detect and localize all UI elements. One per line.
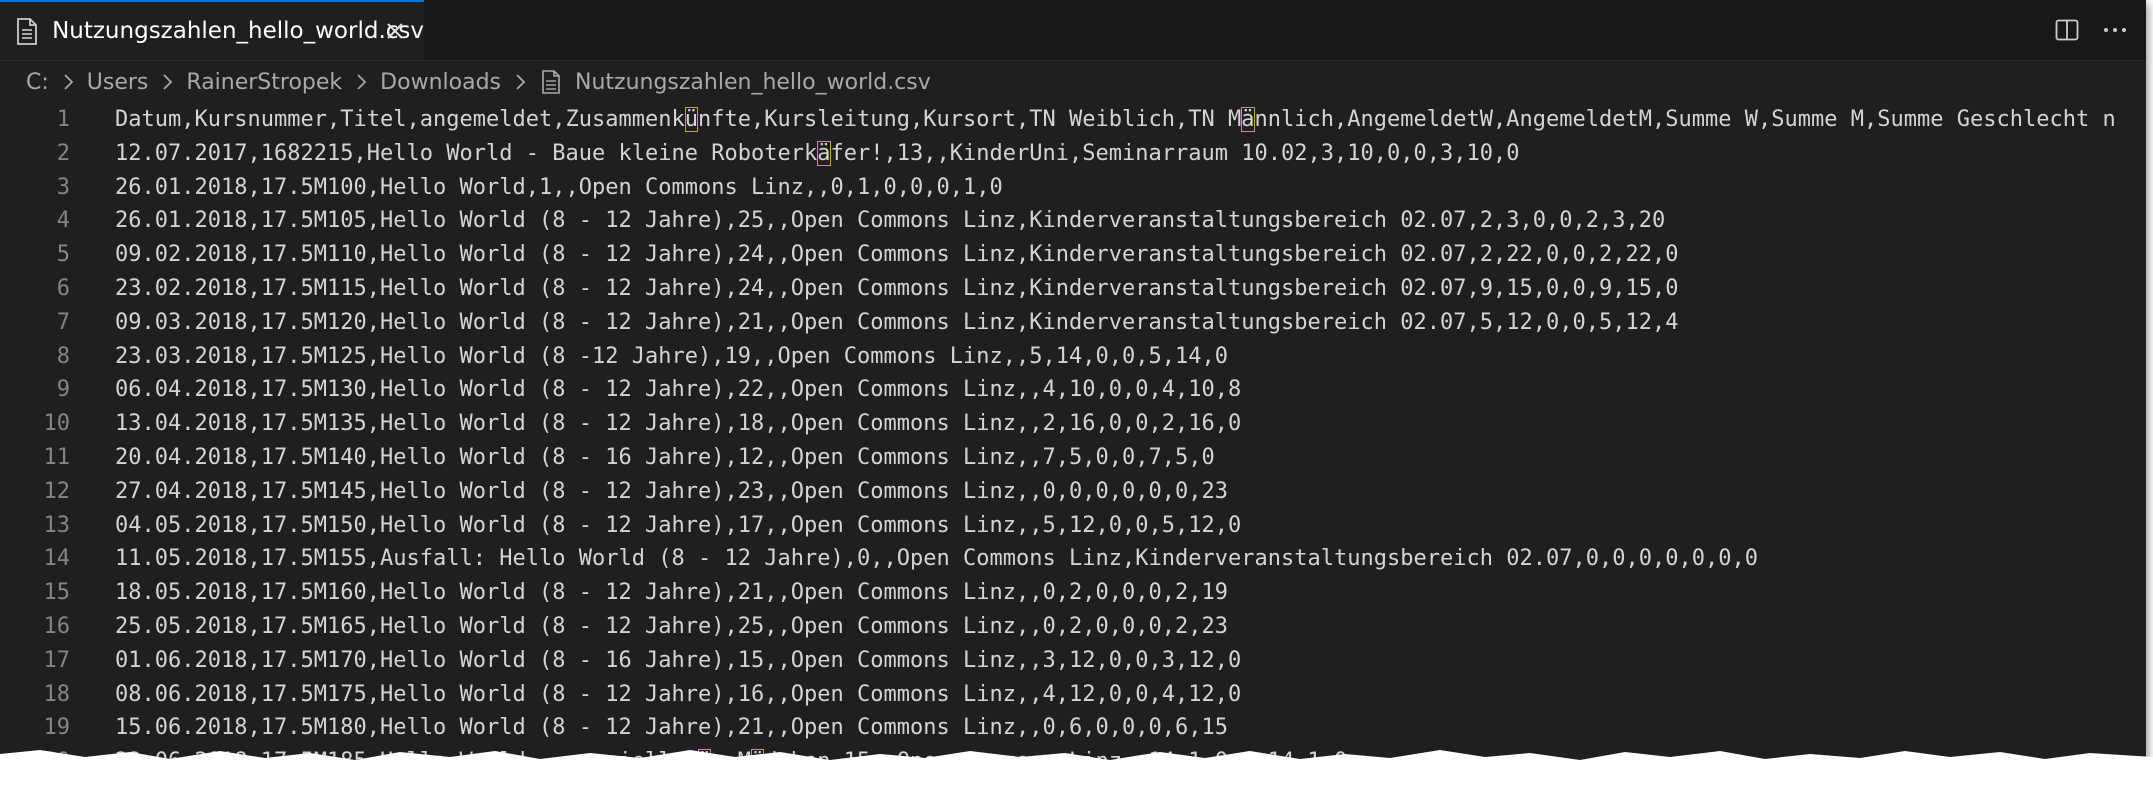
- code-line[interactable]: 1 Datum,Kursnummer,Titel,angemeldet,Zusam…: [0, 103, 2146, 136]
- line-number: 12: [43, 478, 71, 504]
- breadcrumb-file[interactable]: Nutzungszahlen_hello_world.csv: [575, 70, 931, 95]
- chevron-right-icon: [57, 71, 79, 93]
- line-text[interactable]: 23.03.2018,17.5M125,Hello World (8 -12 J…: [115, 344, 1228, 369]
- code-line[interactable]: 16 25.05.2018,17.5M165,Hello World (8 - 1…: [0, 610, 2146, 643]
- line-text[interactable]: 11.05.2018,17.5M155,Ausfall: Hello World…: [115, 546, 1758, 571]
- line-text[interactable]: 06.04.2018,17.5M130,Hello World (8 - 12 …: [115, 377, 1241, 402]
- line-text[interactable]: 26.01.2018,17.5M105,Hello World (8 - 12 …: [115, 208, 1665, 233]
- chevron-right-icon: [156, 71, 178, 93]
- line-number: 2: [56, 140, 70, 166]
- code-line[interactable]: 10 13.04.2018,17.5M135,Hello World (8 - 1…: [0, 407, 2146, 440]
- code-line[interactable]: 19 15.06.2018,17.5M180,Hello World (8 - 1…: [0, 711, 2146, 744]
- line-number: 15: [43, 580, 71, 606]
- code-line[interactable]: 5 09.02.2018,17.5M110,Hello World (8 - 12…: [0, 238, 2146, 271]
- line-number: 16: [43, 614, 71, 639]
- close-icon[interactable]: [380, 16, 410, 46]
- line-text[interactable]: 18.05.2018,17.5M160,Hello World (8 - 12 …: [115, 580, 1228, 605]
- line-text[interactable]: 12.07.2017,1682215,Hello World - Baue kl…: [115, 140, 1520, 166]
- editor-actions: [2050, 0, 2146, 60]
- code-line[interactable]: 9 06.04.2018,17.5M130,Hello World (8 - 12…: [0, 373, 2146, 406]
- line-text[interactable]: 27.04.2018,17.5M145,Hello World (8 - 12 …: [115, 479, 1228, 504]
- code-line[interactable]: 12 27.04.2018,17.5M145,Hello World (8 - 1…: [0, 475, 2146, 508]
- code-line[interactable]: 18 08.06.2018,17.5M175,Hello World (8 - 1…: [0, 678, 2146, 711]
- breadcrumb-drive[interactable]: C:: [26, 70, 49, 95]
- line-text[interactable]: Datum,Kursnummer,Titel,angemeldet,Zusamm…: [115, 107, 2116, 132]
- breadcrumb-user-folder[interactable]: RainerStropek: [186, 70, 342, 95]
- line-text[interactable]: 15.06.2018,17.5M180,Hello World (8 - 12 …: [115, 715, 1228, 740]
- code-editor[interactable]: 1 Datum,Kursnummer,Titel,angemeldet,Zusam…: [0, 103, 2146, 776]
- file-lines-icon: [16, 16, 38, 46]
- code-line[interactable]: 2 12.07.2017,1682215,Hello World - Baue k…: [0, 137, 2146, 170]
- breadcrumb: C: Users RainerStropek Downloads Nutzung…: [0, 61, 2146, 103]
- code-line[interactable]: 4 26.01.2018,17.5M105,Hello World (8 - 12…: [0, 204, 2146, 237]
- line-text[interactable]: 01.06.2018,17.5M170,Hello World (8 - 16 …: [115, 648, 1241, 673]
- more-actions-icon[interactable]: [2098, 13, 2132, 47]
- line-number: 1: [56, 107, 70, 132]
- code-line[interactable]: 11 20.04.2018,17.5M140,Hello World (8 - 1…: [0, 441, 2146, 474]
- line-number: 8: [56, 343, 70, 369]
- line-text[interactable]: 23.02.2018,17.5M115,Hello World (8 - 12 …: [115, 276, 1679, 301]
- code-line[interactable]: 13 04.05.2018,17.5M150,Hello World (8 - 1…: [0, 509, 2146, 542]
- tab-active-file[interactable]: Nutzungszahlen_hello_world.csv: [0, 0, 424, 60]
- line-text[interactable]: 09.02.2018,17.5M110,Hello World (8 - 12 …: [115, 242, 1679, 267]
- line-number: 7: [56, 309, 70, 335]
- code-line[interactable]: 15 18.05.2018,17.5M160,Hello World (8 - 1…: [0, 576, 2146, 609]
- line-number: 4: [56, 208, 70, 234]
- torn-edge: [0, 750, 2153, 788]
- code-line[interactable]: 8 23.03.2018,17.5M125,Hello World (8 -12 …: [0, 340, 2146, 373]
- line-number: 5: [56, 242, 70, 268]
- code-line[interactable]: 3 26.01.2018,17.5M100,Hello World,1,,Open…: [0, 171, 2146, 204]
- tab-bar: Nutzungszahlen_hello_world.csv: [0, 0, 2146, 61]
- line-text[interactable]: 13.04.2018,17.5M135,Hello World (8 - 12 …: [115, 411, 1241, 436]
- chevron-right-icon: [509, 71, 531, 93]
- code-line[interactable]: 17 01.06.2018,17.5M170,Hello World (8 - 1…: [0, 644, 2146, 677]
- line-number: 3: [56, 174, 70, 200]
- line-number: 13: [43, 512, 71, 538]
- code-line[interactable]: 14 11.05.2018,17.5M155,Ausfall: Hello Wor…: [0, 542, 2146, 575]
- line-text[interactable]: 25.05.2018,17.5M165,Hello World (8 - 12 …: [115, 614, 1228, 639]
- editor-window: Nutzungszahlen_hello_world.csv C: Users …: [0, 0, 2146, 776]
- line-number: 14: [43, 546, 71, 572]
- breadcrumb-users[interactable]: Users: [87, 70, 149, 95]
- line-number: 17: [43, 647, 71, 673]
- split-editor-icon[interactable]: [2050, 13, 2084, 47]
- line-text[interactable]: 26.01.2018,17.5M100,Hello World,1,,Open …: [115, 175, 1003, 200]
- line-number: 11: [43, 445, 71, 470]
- code-line[interactable]: 6 23.02.2018,17.5M115,Hello World (8 - 12…: [0, 272, 2146, 305]
- tab-title: Nutzungszahlen_hello_world.csv: [52, 18, 424, 44]
- line-text[interactable]: 20.04.2018,17.5M140,Hello World (8 - 16 …: [115, 445, 1215, 470]
- line-number: 18: [43, 681, 71, 707]
- chevron-right-icon: [350, 71, 372, 93]
- line-number: 10: [43, 411, 71, 437]
- line-number: 9: [56, 377, 70, 403]
- line-text[interactable]: 09.03.2018,17.5M120,Hello World (8 - 12 …: [115, 310, 1679, 335]
- line-text[interactable]: 08.06.2018,17.5M175,Hello World (8 - 12 …: [115, 682, 1241, 707]
- line-text[interactable]: 04.05.2018,17.5M150,Hello World (8 - 12 …: [115, 513, 1241, 538]
- line-number: 6: [56, 276, 70, 301]
- code-line[interactable]: 7 09.03.2018,17.5M120,Hello World (8 - 12…: [0, 306, 2146, 339]
- line-number: 19: [43, 715, 71, 741]
- breadcrumb-downloads[interactable]: Downloads: [380, 70, 501, 95]
- file-lines-icon: [539, 69, 563, 95]
